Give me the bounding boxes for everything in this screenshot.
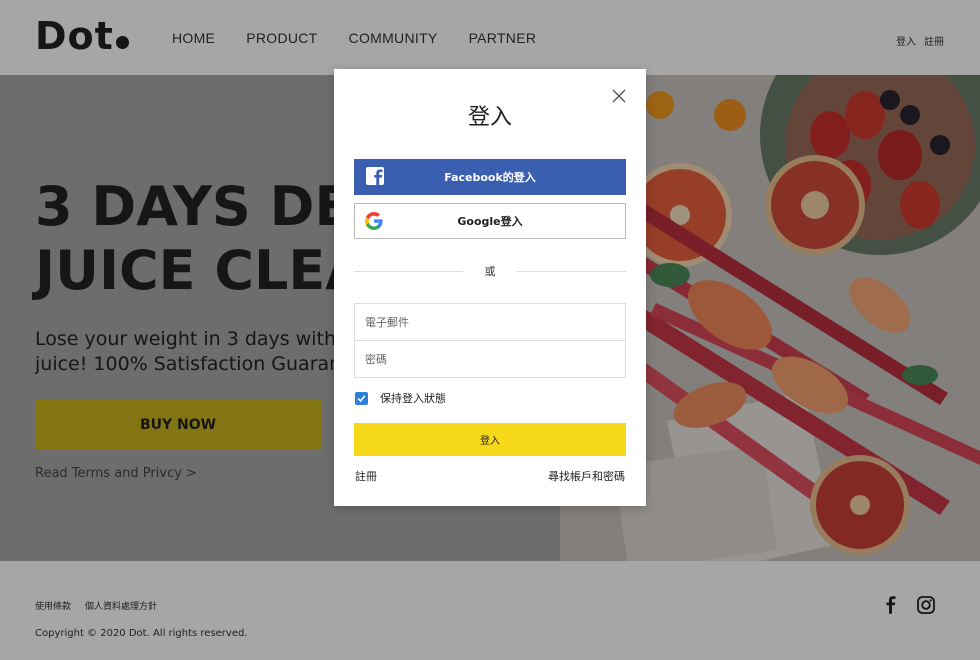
divider-line-right [517, 270, 626, 272]
divider-line-left [354, 270, 463, 272]
remember-checkbox[interactable] [355, 391, 368, 405]
google-icon [365, 212, 383, 230]
site-footer: 使用條款 個人資料處理方針 Copyright © 2020 Dot. All … [0, 561, 980, 660]
facebook-social-icon[interactable] [885, 596, 897, 614]
footer-terms-link[interactable]: 使用條款 [35, 599, 71, 612]
logo-dot [115, 36, 129, 49]
footer-links: 使用條款 個人資料處理方針 [35, 599, 157, 612]
nav-partner[interactable]: PARTNER [469, 30, 537, 46]
modal-title: 登入 [467, 105, 512, 130]
site-header: Dot HOME PRODUCT COMMUNITY PARTNER 登入 註冊 [0, 0, 980, 75]
credentials-form [354, 303, 626, 378]
social-links [885, 596, 935, 614]
facebook-login-button[interactable]: Facebook的登入 [354, 159, 626, 195]
or-label: 或 [484, 265, 496, 278]
remember-label: 保持登入狀態 [380, 392, 446, 405]
facebook-icon [366, 167, 384, 185]
or-divider: 或 [354, 263, 626, 279]
login-modal: 登入 Facebook的登入 Google登入 或 保持 [334, 69, 646, 506]
login-submit-button[interactable]: 登入 [354, 423, 626, 456]
remember-me[interactable]: 保持登入狀態 [354, 390, 446, 406]
modal-register-link[interactable]: 註冊 [355, 468, 377, 484]
hero-subtitle: Lose your weight in 3 days with juice! 1… [35, 327, 372, 377]
auth-links: 登入 註冊 [896, 33, 944, 48]
main-nav: HOME PRODUCT COMMUNITY PARTNER [172, 30, 567, 46]
password-field[interactable] [355, 341, 625, 378]
header-register-link[interactable]: 註冊 [924, 33, 944, 48]
google-login-label: Google登入 [457, 215, 523, 228]
check-icon [357, 394, 366, 402]
logo-text: Dot [35, 14, 114, 58]
footer-privacy-link[interactable]: 個人資料處理方針 [85, 599, 157, 612]
nav-home[interactable]: HOME [172, 30, 215, 46]
hero-subtitle-line2: juice! 100% Satisfaction Guarantee [35, 353, 373, 375]
nav-product[interactable]: PRODUCT [246, 30, 317, 46]
forgot-account-link[interactable]: 尋找帳戶和密碼 [548, 468, 625, 484]
copyright: Copyright © 2020 Dot. All rights reserve… [35, 628, 248, 639]
terms-link[interactable]: Read Terms and Privcy > [35, 466, 197, 481]
header-login-link[interactable]: 登入 [896, 33, 916, 48]
buy-now-button[interactable]: BUY NOW [35, 400, 321, 450]
email-field[interactable] [355, 304, 625, 341]
google-login-button[interactable]: Google登入 [354, 203, 626, 239]
hero-subtitle-line1: Lose your weight in 3 days with [35, 328, 337, 350]
facebook-login-label: Facebook的登入 [444, 171, 536, 184]
instagram-icon[interactable] [917, 596, 935, 614]
nav-community[interactable]: COMMUNITY [349, 30, 438, 46]
logo[interactable]: Dot [35, 14, 129, 58]
